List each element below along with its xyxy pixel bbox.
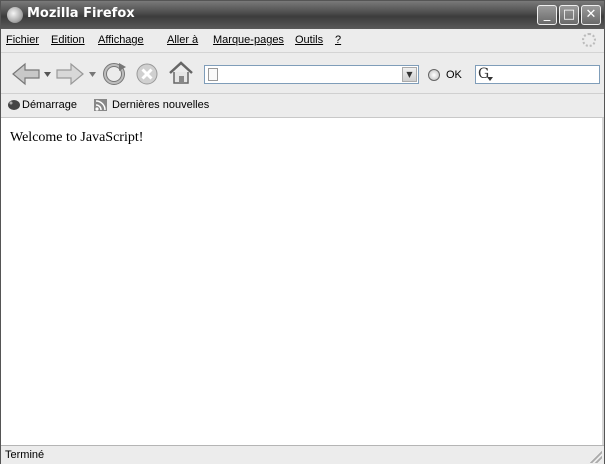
search-engine-dropdown-icon[interactable] [487, 77, 493, 82]
forward-arrow-icon[interactable] [55, 62, 85, 86]
search-bar[interactable]: G [475, 65, 600, 84]
menu-aller-a[interactable]: Aller à [167, 34, 198, 46]
reload-icon[interactable] [101, 61, 127, 87]
url-bar[interactable]: ▼ [204, 65, 419, 84]
go-icon[interactable] [428, 69, 440, 81]
page-icon [208, 68, 218, 81]
content-edge [602, 118, 604, 445]
resize-grip-icon[interactable] [590, 451, 602, 463]
firefox-logo-icon [7, 7, 23, 23]
back-history-dropdown-icon[interactable] [44, 72, 51, 78]
menu-outils[interactable]: Outils [295, 34, 323, 46]
rss-feed-icon [94, 99, 107, 111]
maximize-button[interactable]: □ [559, 5, 579, 25]
throbber-icon [582, 33, 596, 47]
window-title: Mozilla Firefox [27, 6, 135, 21]
home-icon[interactable] [168, 60, 194, 86]
bookmark-demarrage[interactable]: Démarrage [22, 99, 77, 111]
back-arrow-icon[interactable] [11, 62, 41, 86]
go-button[interactable]: OK [446, 69, 462, 81]
menu-affichage[interactable]: Affichage [98, 34, 144, 46]
bookmarks-toolbar: Démarrage Dernières nouvelles [1, 94, 604, 118]
browser-window: Mozilla Firefox _ □ ✕ Fichier Edition Af… [0, 0, 605, 464]
status-text: Terminé [5, 449, 45, 461]
status-bar: Terminé [1, 445, 604, 464]
navigation-toolbar: ▼ OK G [1, 53, 604, 94]
minimize-button[interactable]: _ [537, 5, 557, 25]
close-button[interactable]: ✕ [581, 5, 601, 25]
page-text: Welcome to JavaScript! [10, 130, 144, 145]
stop-icon[interactable] [135, 62, 159, 86]
forward-history-dropdown-icon[interactable] [89, 72, 96, 78]
menu-marque-pages[interactable]: Marque-pages [213, 34, 284, 46]
title-bar[interactable]: Mozilla Firefox _ □ ✕ [1, 1, 604, 29]
menu-fichier[interactable]: Fichier [6, 34, 39, 46]
getting-started-icon [8, 100, 20, 110]
url-dropdown-button[interactable]: ▼ [402, 67, 417, 82]
menu-help[interactable]: ? [335, 34, 341, 46]
page-content: Welcome to JavaScript! [1, 118, 604, 445]
menu-edition[interactable]: Edition [51, 34, 85, 46]
bookmark-dernieres-nouvelles[interactable]: Dernières nouvelles [112, 99, 209, 111]
menu-bar: Fichier Edition Affichage Aller à Marque… [1, 30, 604, 53]
